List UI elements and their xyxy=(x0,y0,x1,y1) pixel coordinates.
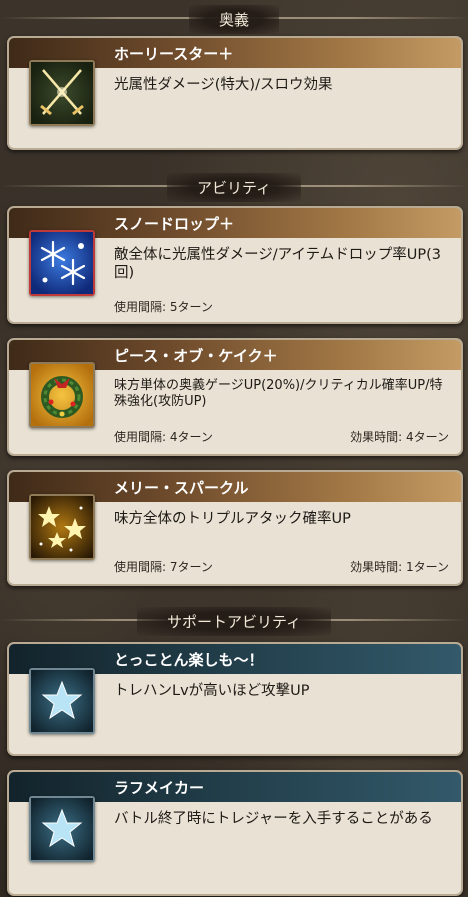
ability-card-1[interactable]: スノードロップ＋ 敵全体に光属性ダメージ/アイテムドロップ率UP(3回) 使用間… xyxy=(7,206,463,324)
wreath-icon xyxy=(29,362,95,428)
support-card-2[interactable]: ラフメイカー バトル終了時にトレジャーを入手することがある xyxy=(7,770,463,896)
star-icon xyxy=(29,796,95,862)
ability-2-duration: 効果時間: 4ターン xyxy=(350,430,449,444)
ougi-card[interactable]: ホーリースター＋ 光属性ダメージ(特大)/スロウ効果 xyxy=(7,36,463,150)
ability-card-2[interactable]: ピース・オブ・ケイク＋ 味方単体の奥義ゲージUP(20%)/クリティカル確率UP… xyxy=(7,338,463,456)
star-icon xyxy=(29,668,95,734)
support-card-1[interactable]: とっことん楽しも〜！ トレハンLvが高いほど攻撃UP xyxy=(7,642,463,756)
support-1-description: トレハンLvが高いほど攻撃UP xyxy=(114,683,310,699)
crossed-swords-icon xyxy=(29,60,95,126)
ability-2-name: ピース・オブ・ケイク＋ xyxy=(114,347,278,365)
ougi-name: ホーリースター＋ xyxy=(114,45,234,63)
section-divider-abilities: アビリティ xyxy=(0,170,468,202)
ability-2-description: 味方単体の奥義ゲージUP(20%)/クリティカル確率UP/特殊強化(攻防UP) xyxy=(114,378,443,409)
ability-2-cooldown: 使用間隔: 4ターン xyxy=(114,430,213,444)
ability-1-name: スノードロップ＋ xyxy=(114,215,235,233)
ability-3-name: メリー・スパークル xyxy=(114,479,249,497)
support-2-description: バトル終了時にトレジャーを入手することがある xyxy=(114,811,433,827)
ability-card-3[interactable]: メリー・スパークル 味方全体のトリプルアタック確率UP 使用間隔: 7ターン 効… xyxy=(7,470,463,586)
snowflake-icon xyxy=(29,230,95,296)
section-divider-ougi: 奥義 xyxy=(0,2,468,34)
section-title-ougi: 奥義 xyxy=(188,5,280,34)
section-divider-support: サポートアビリティ xyxy=(0,604,468,636)
support-2-name: ラフメイカー xyxy=(114,779,205,797)
ability-3-duration: 効果時間: 1ターン xyxy=(350,560,449,574)
ability-1-cooldown: 使用間隔: 5ターン xyxy=(114,300,213,314)
sparkle-stars-icon xyxy=(29,494,95,560)
ougi-description: 光属性ダメージ(特大)/スロウ効果 xyxy=(114,77,333,93)
support-1-name: とっことん楽しも〜！ xyxy=(114,651,264,669)
ability-3-cooldown: 使用間隔: 7ターン xyxy=(114,560,213,574)
ability-3-description: 味方全体のトリプルアタック確率UP xyxy=(114,511,351,527)
section-title-abilities: アビリティ xyxy=(166,173,302,202)
section-title-support: サポートアビリティ xyxy=(136,607,332,636)
ability-1-description: 敵全体に光属性ダメージ/アイテムドロップ率UP(3回) xyxy=(114,247,441,281)
